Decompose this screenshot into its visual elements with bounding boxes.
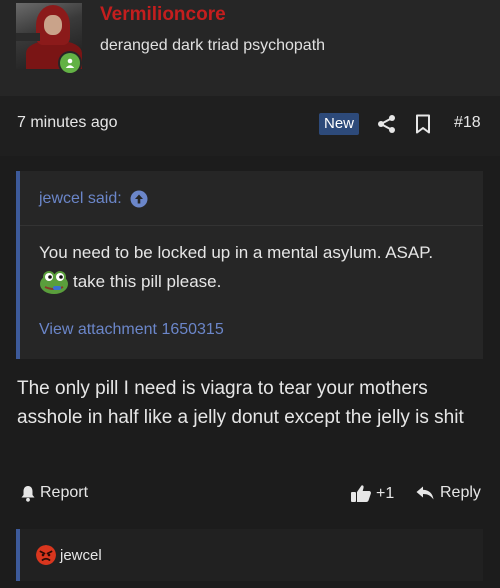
thumbs-up-icon [351, 485, 371, 502]
post-meta-bar: 7 minutes ago New #18 [0, 96, 500, 156]
avatar-face [44, 15, 62, 35]
user-title: deranged dark triad psychopath [100, 37, 326, 54]
arrow-up-circle-icon[interactable] [130, 190, 148, 208]
bell-icon [21, 485, 35, 502]
quote-text-line: take this pill please. [39, 269, 221, 295]
new-badge: New [319, 113, 360, 135]
post-timestamp[interactable]: 7 minutes ago [17, 114, 118, 132]
username-link[interactable]: Vermilioncore [100, 4, 226, 26]
report-label: Report [40, 484, 89, 501]
reply-label: Reply [440, 484, 481, 501]
avatar-gun [16, 33, 40, 41]
quote-text-line: You need to be locked up in a mental asy… [39, 243, 434, 262]
quote-divider [20, 225, 483, 226]
angry-emoji-icon [36, 545, 56, 565]
online-status-icon [58, 51, 82, 75]
report-button[interactable]: Report [20, 484, 88, 502]
like-button[interactable]: +1 [350, 484, 394, 503]
post-body-text: The only pill I need is viagra to tear y… [17, 378, 464, 428]
quote-text-line2: take this pill please. [73, 272, 222, 291]
like-count: +1 [376, 484, 395, 502]
reply-arrow-icon [416, 486, 434, 500]
reply-button[interactable]: Reply [416, 484, 481, 502]
share-icon[interactable] [377, 114, 397, 134]
view-attachment-link[interactable]: View attachment 1650315 [39, 321, 224, 339]
post-header: Vermilioncore deranged dark triad psycho… [0, 0, 500, 96]
quote-block: jewcel said: You need to be locked up in… [16, 171, 483, 359]
reactor-name[interactable]: jewcel [60, 547, 102, 564]
bookmark-icon[interactable] [414, 114, 432, 134]
quote-author-label: jewcel said: [39, 190, 122, 207]
quote-author[interactable]: jewcel said: [39, 190, 148, 208]
reaction-summary[interactable]: jewcel [36, 545, 102, 565]
pepe-emoji-icon [40, 271, 68, 294]
user-icon [65, 58, 75, 68]
post-number-link[interactable]: #18 [454, 114, 481, 132]
reactions-bar[interactable]: jewcel [16, 529, 483, 581]
